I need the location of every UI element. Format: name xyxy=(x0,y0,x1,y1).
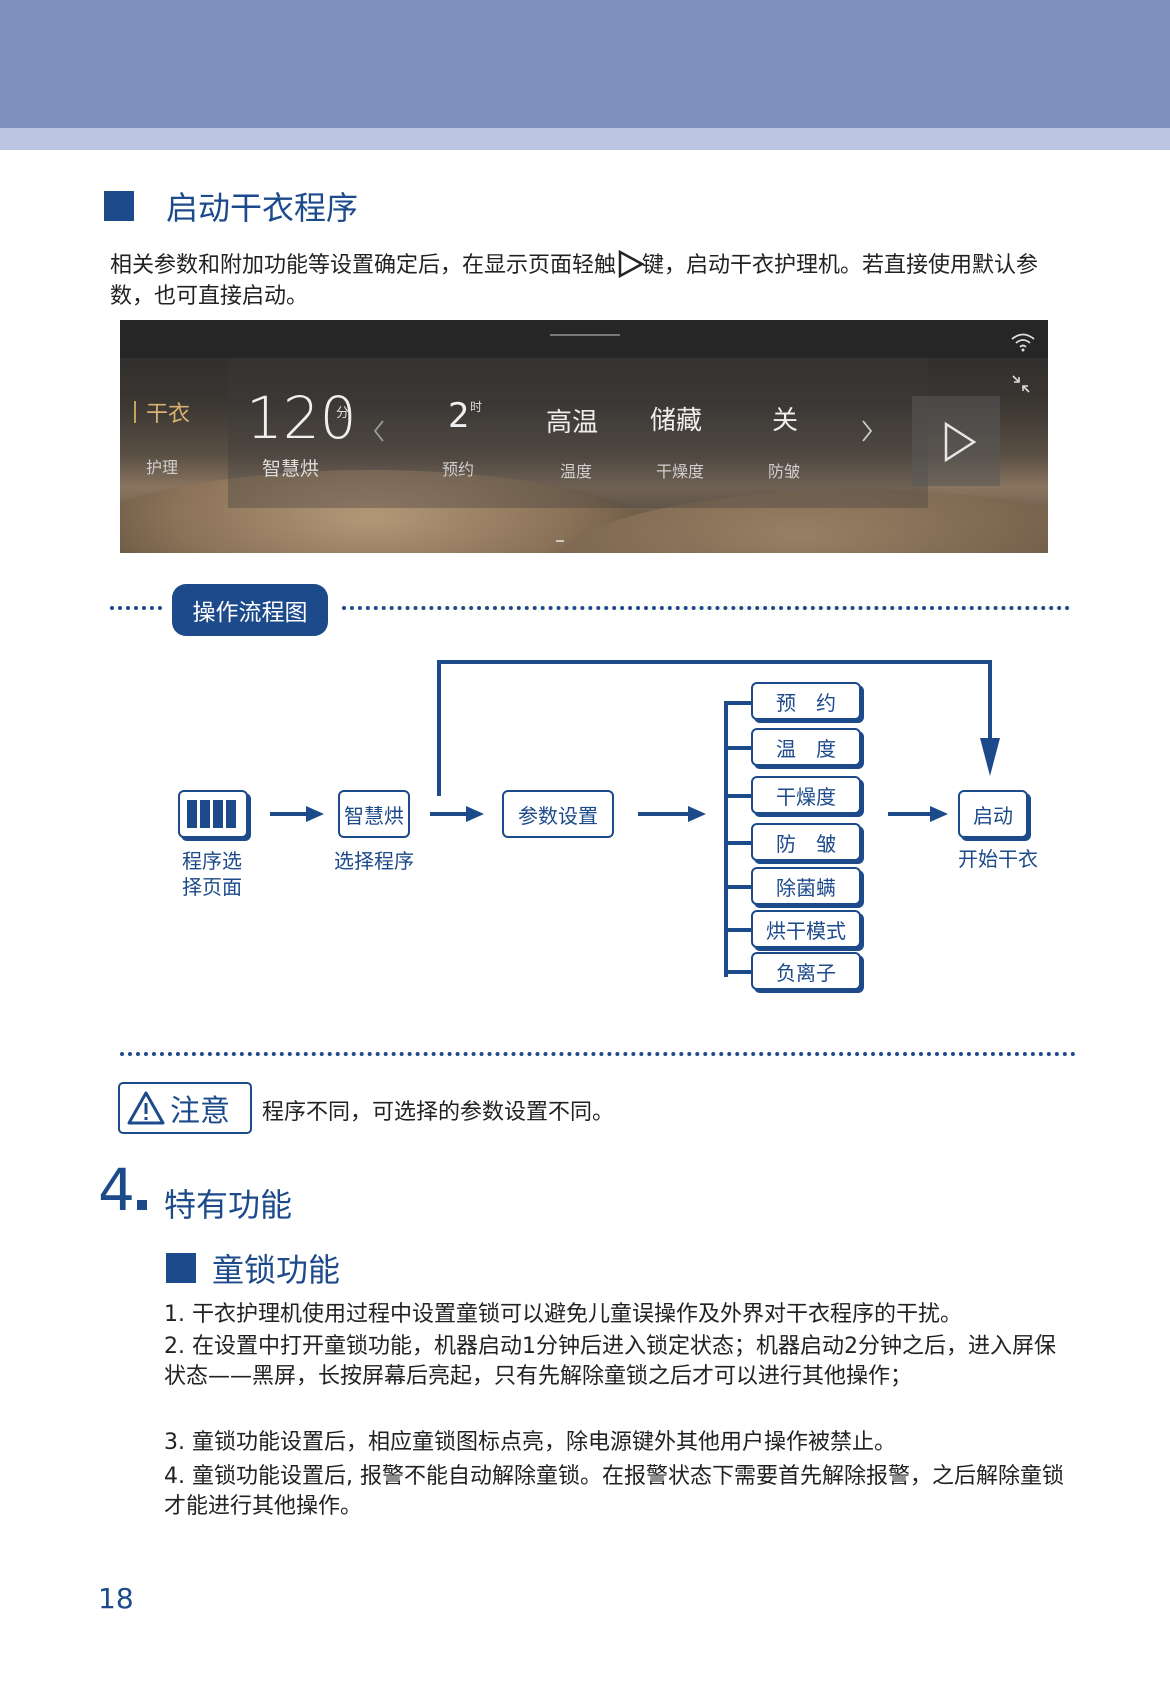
dotted-divider xyxy=(110,606,162,610)
warning-icon xyxy=(127,1091,165,1125)
arrow-right-icon xyxy=(430,806,484,822)
param-anion-box: 负离子 xyxy=(751,952,861,990)
arrow-right-icon xyxy=(888,806,948,822)
child-lock-title: 童锁功能 xyxy=(212,1251,341,1289)
parameter-settings-box: 参数设置 xyxy=(502,790,614,838)
bracket-tick xyxy=(724,841,752,845)
param-dryness-box: 干燥度 xyxy=(751,776,861,814)
start-button[interactable] xyxy=(912,396,1000,486)
connector-line xyxy=(437,660,992,664)
child-lock-heading: 童锁功能 xyxy=(166,1248,341,1289)
tab-indicator xyxy=(134,401,136,423)
param-temperature-box: 温 度 xyxy=(751,728,861,766)
param-dry-mode-box: 烘干模式 xyxy=(751,910,861,948)
temp-value[interactable]: 高温 xyxy=(546,402,598,439)
param-wrinkle-box: 防 皱 xyxy=(751,823,861,861)
step1-label-line2: 择页面 xyxy=(182,875,242,899)
play-icon xyxy=(618,250,645,278)
header-band xyxy=(0,0,1170,128)
collapse-icon[interactable] xyxy=(1011,374,1031,394)
section-heading: 启动干衣程序 xyxy=(104,186,359,227)
time-unit: 分 xyxy=(336,406,350,421)
dotted-divider xyxy=(342,606,1070,610)
bracket-tick xyxy=(724,794,752,798)
child-lock-item-2: 2. 在设置中打开童锁功能，机器启动1分钟后进入锁定状态；机器启动2分钟之后，进… xyxy=(164,1334,1056,1389)
bracket-tick xyxy=(724,746,752,750)
bracket-tick xyxy=(724,928,752,932)
header-band-light xyxy=(0,128,1170,150)
intro-text-1: 相关参数和附加功能等设置确定后，在显示页面轻触 xyxy=(110,253,617,278)
control-panel-display: 干衣 护理 120 分 智慧烘 2 时 预约 高温 温度 储藏 干燥度 关 防皱 xyxy=(120,320,1048,553)
chapter-title: 特有功能 xyxy=(164,1186,293,1224)
play-icon xyxy=(944,421,977,463)
chevron-left-icon[interactable] xyxy=(372,418,386,444)
dryness-label: 干燥度 xyxy=(656,462,705,481)
chevron-right-icon[interactable] xyxy=(860,418,874,444)
child-lock-item-3: 3. 童锁功能设置后，相应童锁图标点亮，除电源键外其他用户操作被禁止。 xyxy=(164,1430,896,1455)
step1-label: 程序选 择页面 xyxy=(166,848,258,900)
child-lock-item-4: 4. 童锁功能设置后, 报警不能自动解除童锁。在报警状态下需要首先解除报警，之后… xyxy=(164,1464,1064,1519)
connector-line xyxy=(437,660,441,796)
caution-label: 注意 xyxy=(170,1094,230,1129)
page-indicator xyxy=(556,540,564,542)
step5-label: 开始干衣 xyxy=(958,847,1038,871)
tab-dry[interactable]: 干衣 xyxy=(146,396,190,428)
section-title: 启动干衣程序 xyxy=(166,189,359,227)
delay-label: 预约 xyxy=(442,460,475,479)
arrow-right-icon xyxy=(270,806,324,822)
bracket-tick xyxy=(724,701,752,705)
page-number: 18 xyxy=(98,1582,134,1615)
arrow-down-icon xyxy=(980,738,1000,776)
smart-dry-box: 智慧烘 xyxy=(338,790,410,838)
child-lock-item-1: 1. 干衣护理机使用过程中设置童锁可以避免儿童误操作及外界对干衣程序的干扰。 xyxy=(164,1302,962,1327)
caution-text: 程序不同，可选择的参数设置不同。 xyxy=(262,1100,615,1125)
program-page-icon-box xyxy=(178,790,248,838)
start-box: 启动 xyxy=(958,790,1028,838)
chapter-number: 4 xyxy=(98,1158,147,1222)
tab-care[interactable]: 护理 xyxy=(146,454,178,478)
wifi-icon xyxy=(1011,333,1035,352)
heading-square-icon xyxy=(166,1253,196,1283)
flow-title-badge: 操作流程图 xyxy=(172,584,328,636)
panel-handle[interactable] xyxy=(550,334,620,336)
delay-unit: 时 xyxy=(470,400,483,414)
dotted-divider xyxy=(120,1052,1076,1056)
bracket-line xyxy=(724,701,728,977)
connector-line xyxy=(988,660,992,742)
program-bars-icon xyxy=(187,800,236,828)
intro-paragraph: 相关参数和附加功能等设置确定后，在显示页面轻触 键，启动干衣护理机。若直接使用默认… xyxy=(110,250,1060,312)
dryness-value[interactable]: 储藏 xyxy=(650,400,702,437)
chapter-dot xyxy=(136,1200,147,1210)
param-sterilize-box: 除菌螨 xyxy=(751,867,861,905)
chapter-number-text: 4 xyxy=(98,1156,135,1224)
panel-topbar xyxy=(120,320,1048,358)
bracket-tick xyxy=(724,970,752,974)
bracket-tick xyxy=(724,885,752,889)
delay-value[interactable]: 2 xyxy=(448,396,470,436)
step1-label-line1: 程序选 xyxy=(182,849,242,873)
param-delay-box: 预 约 xyxy=(751,682,861,720)
temp-label: 温度 xyxy=(560,462,593,481)
wrinkle-value[interactable]: 关 xyxy=(772,400,798,437)
program-name[interactable]: 智慧烘 xyxy=(262,454,319,481)
heading-square-icon xyxy=(104,191,134,221)
step2-label: 选择程序 xyxy=(334,849,414,873)
wrinkle-label: 防皱 xyxy=(768,462,801,481)
arrow-right-icon xyxy=(638,806,706,822)
caution-badge: 注意 xyxy=(118,1082,252,1134)
